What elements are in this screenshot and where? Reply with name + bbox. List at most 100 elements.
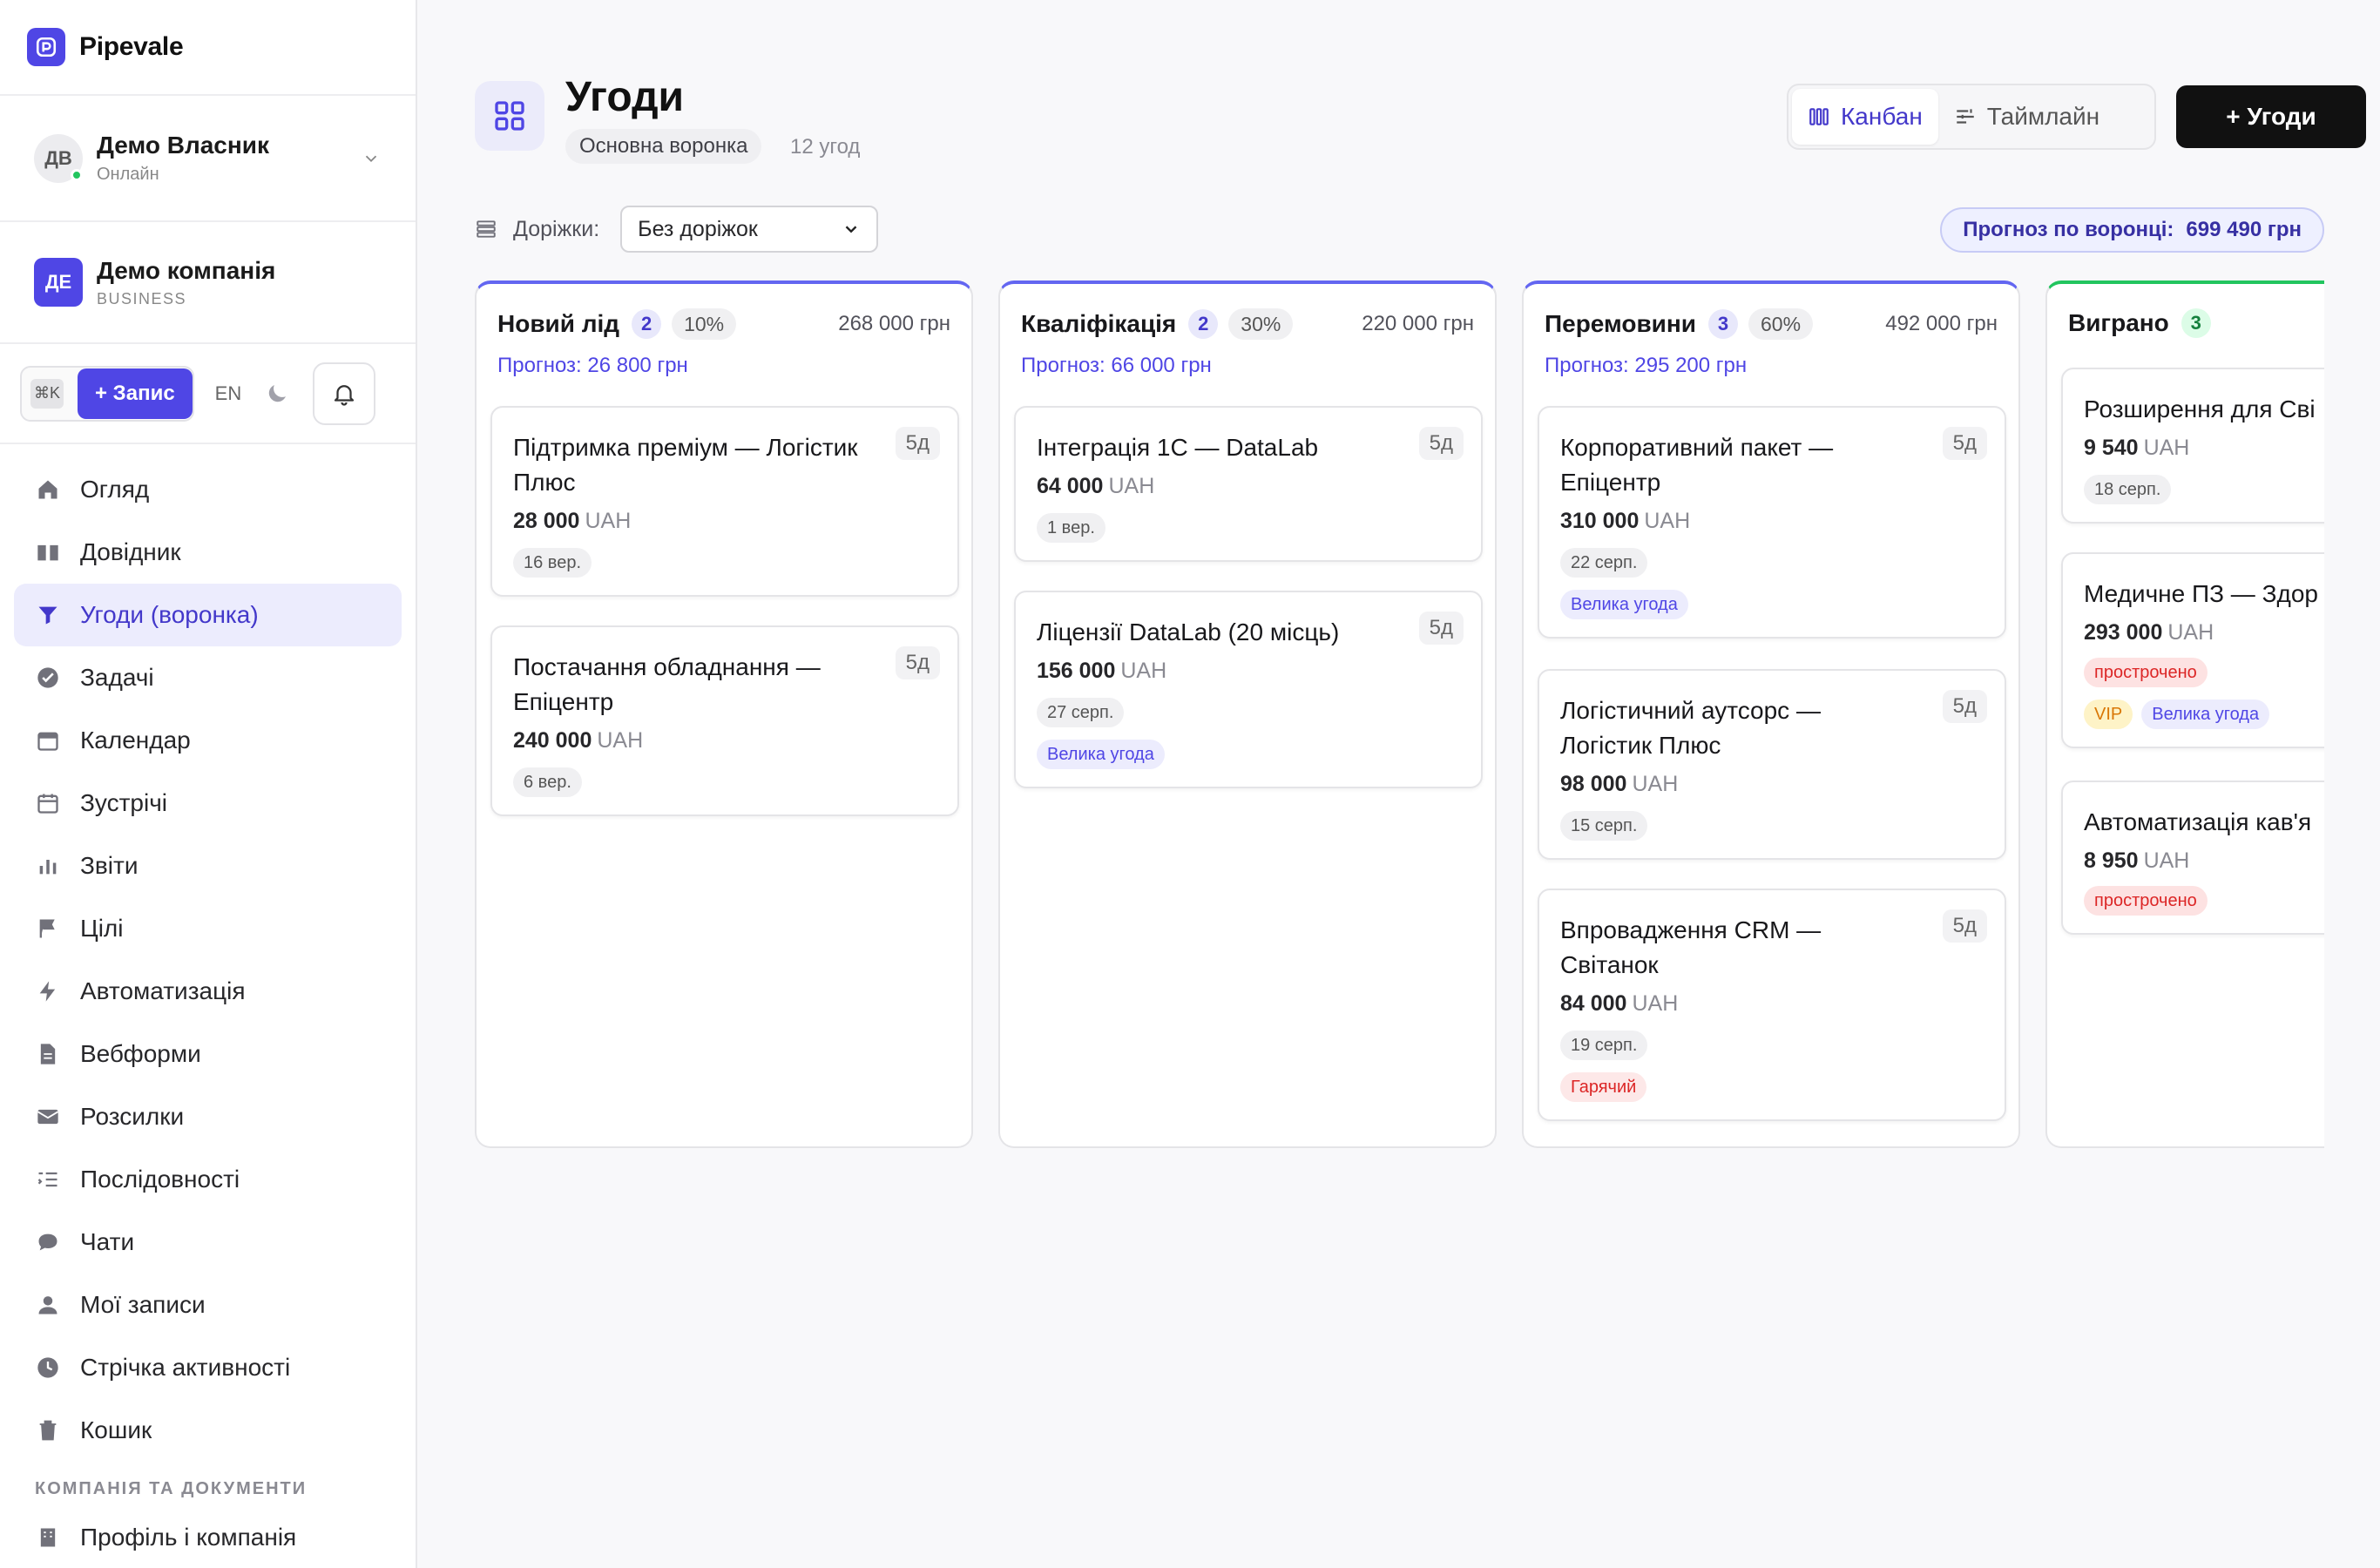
company-switcher[interactable]: ДЕ Демо компанія BUSINESS <box>0 222 416 344</box>
column-header: Перемовини 3 60% 492 000 грн Прогноз: 29… <box>1524 284 2018 415</box>
deal-card[interactable]: Ліцензії DataLab (20 місць) 5д 156 000 UA… <box>1014 591 1483 788</box>
company-plan: BUSINESS <box>97 289 187 308</box>
deal-card[interactable]: Корпоративний пакет — Епіцентр 5д 310 00… <box>1538 406 2006 639</box>
deal-card[interactable]: Логістичний аутсорс — Логістик Плюс 5д 9… <box>1538 669 2006 860</box>
deal-amount-value: 64 000 <box>1037 474 1104 498</box>
column-header: Новий лід 2 10% 268 000 грн Прогноз: 26 … <box>477 284 971 415</box>
deal-card[interactable]: Підтримка преміум — Логістик Плюс 5д 28 … <box>490 406 959 597</box>
sidebar-item-calendar[interactable]: Календар <box>14 709 402 772</box>
shortcut-hint: ⌘K <box>30 378 64 409</box>
deal-currency: UAH <box>1632 991 1679 1016</box>
document-icon <box>35 1041 61 1067</box>
deal-amount-value: 8 950 <box>2084 848 2139 873</box>
sidebar-item-trash[interactable]: Кошик <box>14 1399 402 1462</box>
sidebar-item-label: Кошик <box>80 1416 152 1443</box>
language-toggle[interactable]: EN <box>215 382 242 405</box>
sidebar-item-directory[interactable]: Довідник <box>14 521 402 584</box>
deal-amount: 84 000 UAH <box>1560 991 1984 1017</box>
clock-icon <box>35 1355 61 1381</box>
add-deal-button[interactable]: + Угоди <box>2176 85 2366 148</box>
deal-age: 5д <box>1942 909 1987 943</box>
column-probability: 60% <box>1748 308 1814 340</box>
online-status-dot <box>71 168 83 181</box>
deal-card[interactable]: Постачання обладнання — Епіцентр 5д 240 … <box>490 625 959 816</box>
deal-amount-value: 156 000 <box>1037 659 1116 683</box>
deal-amount-value: 84 000 <box>1560 991 1627 1016</box>
lightning-icon <box>35 978 61 1004</box>
deal-currency: UAH <box>597 728 644 753</box>
bell-icon <box>335 384 355 406</box>
sidebar-item-tasks[interactable]: Задачі <box>14 646 402 709</box>
sidebar-item-mailings[interactable]: Розсилки <box>14 1085 402 1148</box>
sidebar-item-goals[interactable]: Цілі <box>14 897 402 960</box>
sidebar-item-label: Звіти <box>80 852 139 879</box>
column-title: Кваліфікація <box>1021 310 1177 337</box>
sidebar-item-my-records[interactable]: Мої записи <box>14 1274 402 1336</box>
sidebar-item-activity-feed[interactable]: Стрічка активності <box>14 1336 402 1399</box>
tag-big-deal: Велика угода <box>1560 590 1688 619</box>
tab-timeline[interactable]: Таймлайн <box>1938 89 2115 145</box>
deal-card[interactable]: Інтеграція 1С — DataLab 5д 64 000 UAH 1 в… <box>1014 406 1483 562</box>
deal-amount-value: 28 000 <box>513 509 580 533</box>
trash-icon <box>35 1417 61 1443</box>
brand[interactable]: Pipevale <box>0 0 416 96</box>
deal-card[interactable]: Медичне ПЗ — Здор 293 000 UAH прострочено… <box>2061 552 2324 748</box>
deal-age: 5д <box>1942 690 1987 723</box>
deal-amount: 240 000 UAH <box>513 728 936 754</box>
sidebar-item-company-profile[interactable]: Профіль і компанія <box>14 1506 402 1568</box>
column-header: Кваліфікація 2 30% 220 000 грн Прогноз: … <box>1000 284 1495 415</box>
deal-date: 27 серп. <box>1037 698 1125 727</box>
view-toggle: Канбан Таймлайн <box>1787 84 2156 150</box>
deal-amount: 293 000 UAH <box>2084 620 2324 645</box>
funnel-selector[interactable]: Основна воронка <box>565 129 762 164</box>
deal-date: 19 серп. <box>1560 1031 1648 1060</box>
sidebar-item-reports[interactable]: Звіти <box>14 835 402 897</box>
nav-section-title: КОМПАНІЯ ТА ДОКУМЕНТИ <box>35 1479 308 1498</box>
lanes-value: Без доріжок <box>638 216 758 241</box>
chevron-down-icon[interactable] <box>362 149 381 168</box>
page-title: Угоди <box>565 74 685 120</box>
tab-label: Таймлайн <box>1986 103 2100 130</box>
forecast-value: 699 490 грн <box>2186 218 2302 241</box>
column-forecast: Прогноз: 26 800 грн <box>497 354 688 377</box>
sidebar-item-overview[interactable]: Огляд <box>14 458 402 521</box>
tab-kanban[interactable]: Канбан <box>1792 89 1938 145</box>
sidebar-item-chats[interactable]: Чати <box>14 1211 402 1274</box>
moon-icon[interactable] <box>264 381 290 407</box>
deal-date: 16 вер. <box>513 548 592 578</box>
deal-card[interactable]: Впровадження CRM — Світанок 5д 84 000 UAH… <box>1538 889 2006 1121</box>
timeline-icon <box>1957 109 1974 124</box>
command-palette-button[interactable]: ⌘K + Запис <box>20 365 194 422</box>
new-record-button[interactable]: + Запис <box>78 368 193 419</box>
deal-card[interactable]: Автоматизація кав'я 8 950 UAH прострочено <box>2061 781 2324 935</box>
deal-title: Автоматизація кав'я <box>2084 808 2312 835</box>
deal-count: 12 угод <box>790 135 861 159</box>
column-title: Новий лід <box>497 310 620 337</box>
check-circle-icon <box>35 665 61 691</box>
deal-amount-value: 293 000 <box>2084 620 2163 645</box>
deal-currency: UAH <box>2143 848 2190 873</box>
sidebar-item-deals[interactable]: Угоди (воронка) <box>14 584 402 646</box>
deal-age: 5д <box>895 427 940 460</box>
notifications-button[interactable] <box>313 362 376 425</box>
sidebar-item-sequences[interactable]: Послідовності <box>14 1148 402 1211</box>
sidebar-item-meetings[interactable]: Зустрічі <box>14 772 402 835</box>
user-menu[interactable]: ДВ Демо Власник Онлайн <box>0 96 416 222</box>
book-icon <box>35 539 61 565</box>
deal-amount: 64 000 UAH <box>1037 474 1460 499</box>
chat-icon <box>35 1229 61 1255</box>
deal-card[interactable]: Розширення для Сві 9 540 UAH 18 серп. <box>2061 368 2324 524</box>
deal-amount-value: 310 000 <box>1560 509 1640 533</box>
sidebar-item-automation[interactable]: Автоматизація <box>14 960 402 1023</box>
tag-vip: VIP <box>2084 700 2133 729</box>
sidebar: Pipevale ДВ Демо Власник Онлайн ДЕ Демо … <box>0 0 417 1568</box>
deal-date: 18 серп. <box>2084 475 2172 504</box>
tag-big-deal: Велика угода <box>1037 740 1165 769</box>
forecast-label: Прогноз по воронці: <box>1963 218 2174 241</box>
sidebar-item-webforms[interactable]: Вебформи <box>14 1023 402 1085</box>
user-status: Онлайн <box>97 165 159 184</box>
sidebar-item-label: Огляд <box>80 476 150 503</box>
deal-title: Постачання обладнання — Епіцентр <box>513 653 821 715</box>
sidebar-item-label: Зустрічі <box>80 789 168 816</box>
lanes-select[interactable]: Без доріжок <box>620 206 879 253</box>
